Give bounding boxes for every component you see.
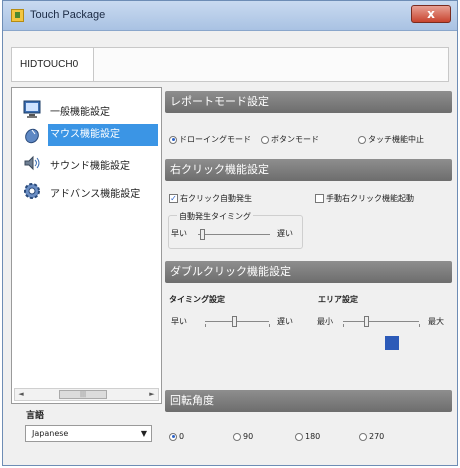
radio-dot (295, 432, 303, 441)
gear-icon (24, 183, 40, 199)
radio-rotation-90[interactable]: 90 (233, 432, 253, 441)
sidebar-item-label: アドバンス機能設定 (50, 189, 141, 200)
slider-tick (205, 324, 206, 327)
radio-dot (359, 432, 367, 441)
scroll-thumb[interactable]: ||| (59, 390, 107, 399)
radio-dot (169, 135, 177, 144)
timing-group-label: 自動発生タイミング (177, 211, 253, 222)
right-click-header: 右クリック機能設定 (165, 159, 452, 181)
radio-touch-disable[interactable]: タッチ機能中止 (358, 134, 424, 145)
rotation-header: 回転角度 (165, 390, 452, 412)
sidebar: 一般機能設定 マウス機能設定 サウンド機能設定 アドバンス機能設定 ◄ ||| … (11, 87, 162, 404)
scroll-grip: ||| (79, 391, 87, 398)
area-min-label: 最小 (317, 317, 333, 326)
language-value: Japanese (32, 429, 69, 438)
radio-drawing-mode[interactable]: ドローイングモード (169, 134, 251, 145)
radio-label: 270 (369, 432, 385, 441)
language-select[interactable]: Japanese ▼ (25, 425, 152, 442)
slider-tick (419, 324, 420, 327)
slow-label: 遅い (277, 229, 293, 238)
radio-rotation-0[interactable]: 0 (169, 432, 184, 441)
radio-rotation-180[interactable]: 180 (295, 432, 320, 441)
dc-timing-slider-track[interactable] (205, 321, 269, 322)
radio-label: ドローイングモード (179, 135, 251, 144)
sidebar-item-general[interactable]: 一般機能設定 (18, 98, 158, 120)
radio-dot (261, 135, 269, 144)
language-label: 言語 (26, 411, 45, 421)
sidebar-item-label: サウンド機能設定 (50, 161, 130, 172)
checkbox-box: ✓ (169, 194, 178, 203)
dc-timing-slider-thumb[interactable] (231, 316, 237, 327)
checkbox-label: 手動右クリック機能起動 (326, 194, 414, 203)
radio-dot (169, 432, 177, 441)
manual-right-click-checkbox[interactable]: 手動右クリック機能起動 (315, 193, 414, 204)
report-mode-header: レポートモード設定 (165, 91, 452, 113)
chevron-down-icon: ▼ (140, 429, 147, 438)
sidebar-item-sound[interactable]: サウンド機能設定 (18, 152, 158, 174)
auto-timing-slider-thumb[interactable] (199, 229, 205, 240)
tab-device[interactable]: HIDTOUCH0 (12, 48, 94, 81)
radio-rotation-270[interactable]: 270 (359, 432, 384, 441)
radio-button-mode[interactable]: ボタンモード (261, 134, 319, 145)
close-button[interactable]: x (411, 5, 451, 23)
slider-tick (269, 324, 270, 327)
dc-timing-label: タイミング設定 (169, 295, 225, 304)
radio-label: 180 (305, 432, 321, 441)
scroll-right-icon[interactable]: ► (146, 389, 158, 400)
double-click-header: ダブルクリック機能設定 (165, 261, 452, 283)
app-icon (11, 9, 24, 22)
radio-dot (358, 135, 366, 144)
area-slider-thumb[interactable] (363, 316, 369, 327)
radio-label: タッチ機能中止 (368, 135, 424, 144)
sidebar-scrollbar[interactable]: ◄ ||| ► (14, 388, 159, 401)
dc-fast-label: 早い (171, 317, 187, 326)
sidebar-item-label: 一般機能設定 (50, 107, 110, 118)
speaker-icon (24, 155, 40, 171)
sidebar-item-label: マウス機能設定 (48, 124, 158, 146)
scroll-left-icon[interactable]: ◄ (15, 389, 27, 400)
monitor-icon (23, 100, 41, 118)
slider-tick (343, 324, 344, 327)
radio-dot (233, 432, 241, 441)
auto-right-click-checkbox[interactable]: ✓ 右クリック自動発生 (169, 193, 252, 204)
area-preview-square (385, 336, 399, 350)
checkbox-label: 右クリック自動発生 (180, 194, 252, 203)
fast-label: 早い (171, 229, 187, 238)
checkbox-box (315, 194, 324, 203)
dc-slow-label: 遅い (277, 317, 293, 326)
settings-panel: レポートモード設定 ドローイングモード ボタンモード タッチ機能中止 右クリック… (165, 87, 453, 451)
radio-label: 0 (179, 432, 185, 441)
area-slider-track[interactable] (343, 321, 419, 322)
auto-timing-slider-track[interactable] (198, 234, 270, 235)
window-title: Touch Package (30, 9, 106, 21)
sidebar-item-advanced[interactable]: アドバンス機能設定 (18, 180, 158, 202)
mouse-icon (25, 128, 39, 144)
title-bar[interactable]: Touch Package x (3, 1, 457, 31)
area-max-label: 最大 (428, 317, 444, 326)
area-label: エリア設定 (318, 295, 358, 304)
app-window: Touch Package x HIDTOUCH0 一般機能設定 マウス機能設定 (2, 0, 458, 466)
radio-label: ボタンモード (271, 135, 319, 144)
sidebar-item-mouse[interactable]: マウス機能設定 (18, 124, 158, 146)
device-tab-bar: HIDTOUCH0 (11, 47, 449, 82)
radio-label: 90 (243, 432, 254, 441)
